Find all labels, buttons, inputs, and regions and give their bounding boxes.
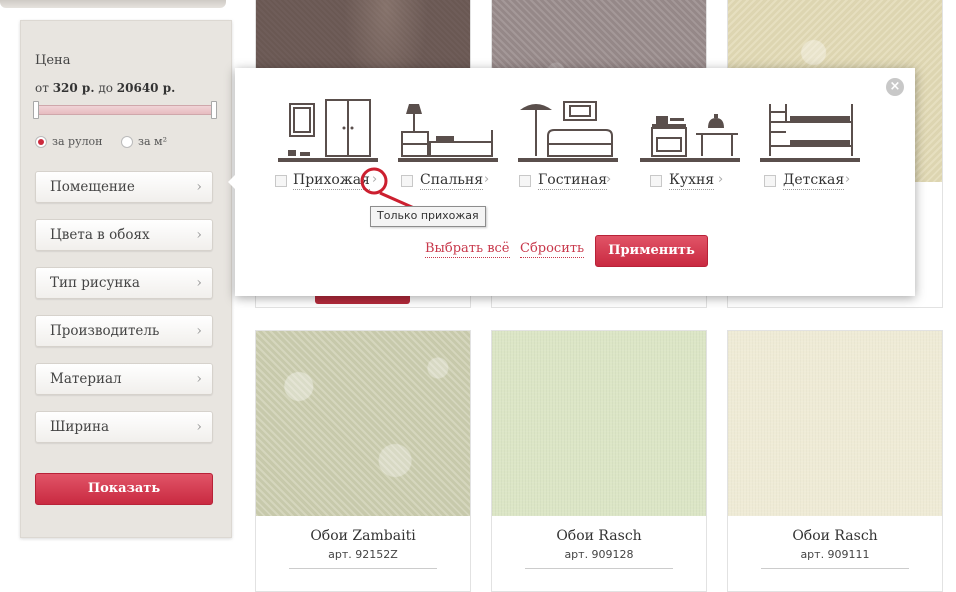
header-shadow bbox=[0, 0, 226, 8]
hallway-icon[interactable] bbox=[278, 98, 378, 166]
filter-room-label: Помещение bbox=[50, 179, 135, 195]
room-checkbox-bedroom[interactable] bbox=[401, 175, 413, 187]
divider bbox=[289, 568, 437, 569]
radio-per-sqm-dot[interactable] bbox=[121, 135, 133, 148]
radio-per-roll-dot[interactable] bbox=[35, 135, 47, 148]
price-from-value: 320 р. bbox=[52, 81, 95, 95]
radio-per-sqm[interactable]: за м² bbox=[121, 135, 167, 148]
product-name[interactable]: Обои Zambaiti bbox=[256, 528, 470, 544]
filter-width-button[interactable]: Ширина › bbox=[35, 411, 213, 443]
room-label-living-room[interactable]: Гостиная bbox=[538, 172, 608, 190]
price-slider-track[interactable] bbox=[35, 105, 217, 115]
chevron-right-icon: › bbox=[196, 275, 202, 291]
chevron-right-icon[interactable]: › bbox=[484, 172, 489, 187]
filter-room-button[interactable]: Помещение › bbox=[35, 171, 213, 203]
show-button[interactable]: Показать bbox=[35, 473, 213, 505]
close-icon[interactable]: × bbox=[886, 78, 904, 96]
divider bbox=[761, 568, 909, 569]
price-range: от 320 р. до 20640 р. bbox=[35, 81, 175, 95]
filter-pattern-label: Тип рисунка bbox=[50, 275, 140, 291]
kids-room-icon[interactable] bbox=[760, 98, 860, 166]
price-slider-max-handle[interactable] bbox=[211, 101, 217, 119]
popup-pointer bbox=[228, 174, 236, 190]
chevron-right-icon[interactable]: › bbox=[845, 172, 850, 187]
price-title: Цена bbox=[35, 53, 71, 68]
product-article: арт. 909128 bbox=[564, 548, 634, 561]
room-checkbox-kitchen[interactable] bbox=[650, 175, 662, 187]
filter-sidebar: Цена от 320 р. до 20640 р. за рулон за м… bbox=[20, 20, 232, 538]
price-from-label: от bbox=[35, 81, 49, 95]
chevron-right-icon: › bbox=[196, 323, 202, 339]
chevron-right-icon[interactable]: › bbox=[718, 172, 723, 187]
room-label-bedroom[interactable]: Спальня bbox=[420, 172, 484, 190]
price-to-label: до bbox=[98, 81, 113, 95]
chevron-right-icon: › bbox=[196, 179, 202, 195]
divider bbox=[525, 568, 673, 569]
radio-per-roll-label: за рулон bbox=[52, 135, 103, 148]
filter-colors-button[interactable]: Цвета в обоях › bbox=[35, 219, 213, 251]
room-checkbox-hallway[interactable] bbox=[275, 175, 287, 187]
chevron-right-icon[interactable]: › bbox=[372, 172, 377, 187]
chevron-right-icon: › bbox=[196, 371, 202, 387]
product-card[interactable]: Обои Zambaiti арт. 92152Z bbox=[255, 330, 471, 592]
room-label-kids-room[interactable]: Детская bbox=[783, 172, 845, 190]
product-image[interactable] bbox=[256, 331, 470, 516]
chevron-right-icon[interactable]: › bbox=[606, 172, 611, 187]
product-name[interactable]: Обои Rasch bbox=[728, 528, 942, 544]
filter-pattern-button[interactable]: Тип рисунка › bbox=[35, 267, 213, 299]
filter-colors-label: Цвета в обоях bbox=[50, 227, 150, 243]
product-card[interactable]: Обои Rasch арт. 909111 bbox=[727, 330, 943, 592]
price-slider-min-handle[interactable] bbox=[33, 101, 39, 119]
filter-manufacturer-button[interactable]: Производитель › bbox=[35, 315, 213, 347]
room-checkbox-living-room[interactable] bbox=[519, 175, 531, 187]
bedroom-icon[interactable] bbox=[398, 98, 498, 166]
product-image[interactable] bbox=[492, 331, 706, 516]
product-image[interactable] bbox=[728, 331, 942, 516]
filter-width-label: Ширина bbox=[50, 419, 110, 435]
living-room-icon[interactable] bbox=[518, 98, 618, 166]
reset-link[interactable]: Сбросить bbox=[520, 241, 585, 258]
apply-button[interactable]: Применить bbox=[595, 235, 708, 267]
product-name[interactable]: Обои Rasch bbox=[492, 528, 706, 544]
product-article: арт. 909111 bbox=[800, 548, 870, 561]
room-label-hallway[interactable]: Прихожая bbox=[293, 172, 370, 190]
room-label-kitchen[interactable]: Кухня bbox=[669, 172, 715, 190]
kitchen-icon[interactable] bbox=[640, 98, 740, 166]
chevron-right-icon: › bbox=[196, 419, 202, 435]
filter-material-button[interactable]: Материал › bbox=[35, 363, 213, 395]
chevron-right-icon: › bbox=[196, 227, 202, 243]
room-checkbox-kids-room[interactable] bbox=[764, 175, 776, 187]
filter-material-label: Материал bbox=[50, 371, 122, 387]
radio-per-sqm-label: за м² bbox=[138, 135, 168, 148]
price-to-value: 20640 р. bbox=[116, 81, 176, 95]
filter-manufacturer-label: Производитель bbox=[50, 323, 160, 339]
product-card[interactable]: Обои Rasch арт. 909128 bbox=[491, 330, 707, 592]
tooltip: Только прихожая bbox=[370, 206, 486, 227]
product-article: арт. 92152Z bbox=[328, 548, 398, 561]
radio-per-roll[interactable]: за рулон bbox=[35, 135, 103, 148]
select-all-link[interactable]: Выбрать всё bbox=[425, 241, 510, 258]
